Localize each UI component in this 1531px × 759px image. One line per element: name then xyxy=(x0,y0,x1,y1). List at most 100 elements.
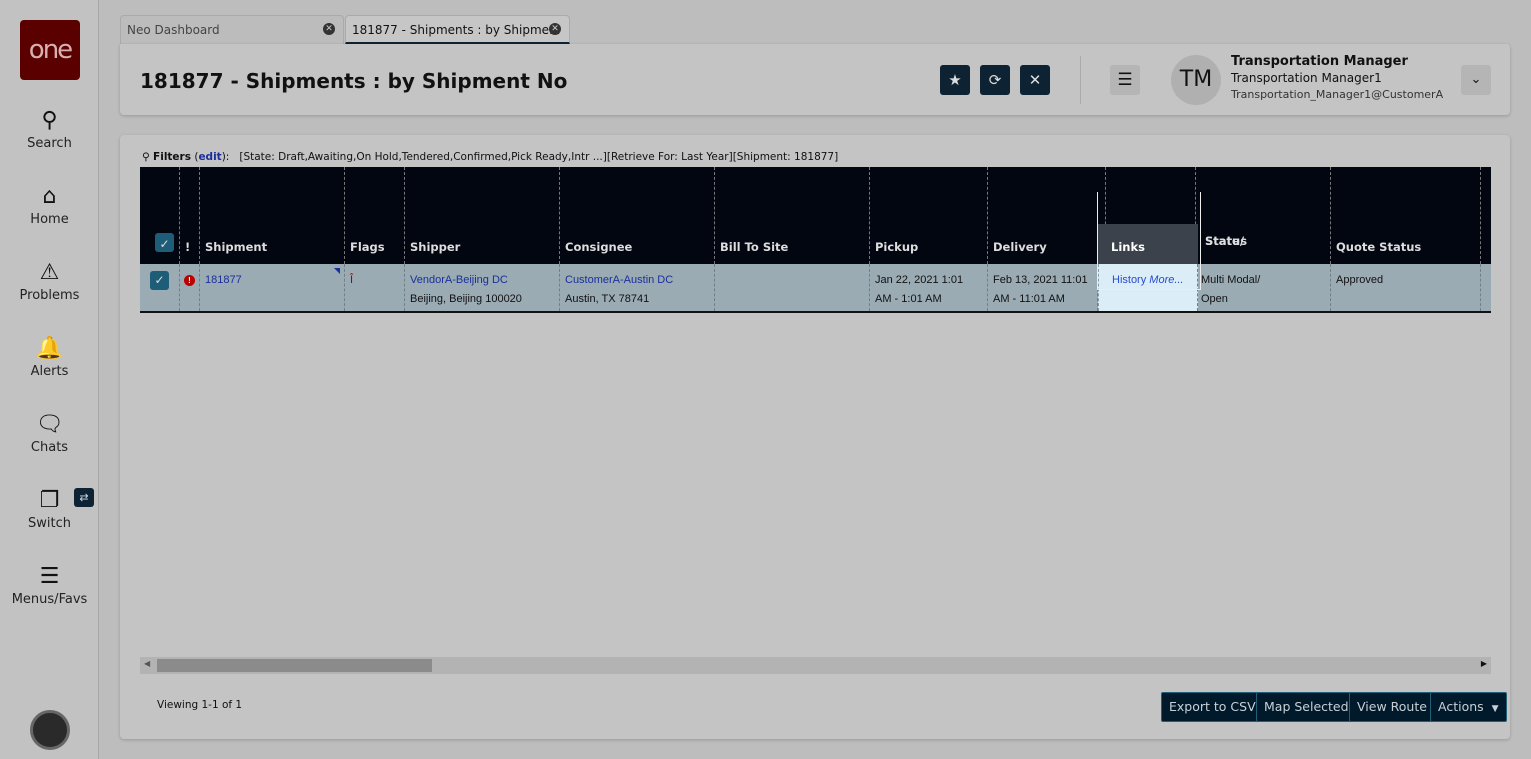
sidebar-item-menus-favs[interactable]: ☰ Menus/Favs xyxy=(0,564,99,607)
close-icon[interactable]: ✕ xyxy=(549,23,561,35)
column-header[interactable]: ! xyxy=(180,167,200,264)
column-header[interactable]: Shipper xyxy=(405,167,560,264)
table-header: ✓ ! Shipment Flags Shipper Consignee Bil… xyxy=(140,167,1491,264)
favorite-button[interactable]: ★ xyxy=(940,65,970,95)
home-icon: ⌂ xyxy=(42,184,57,209)
tab-label: 181877 - Shipments : by Shipme... xyxy=(352,23,561,37)
sidebar: one ⚲ Search ⌂ Home ⚠ Problems 🔔 Alerts 🗨 Cha… xyxy=(0,0,99,759)
close-icon: ✕ xyxy=(1028,71,1042,89)
links-column-highlight xyxy=(1097,192,1201,290)
user-avatar-icon[interactable] xyxy=(30,710,70,750)
tab-shipments[interactable]: 181877 - Shipments : by Shipme... ✕ xyxy=(345,15,570,44)
shipment-cell: 181877 xyxy=(200,264,345,311)
sidebar-item-label: Problems xyxy=(19,288,80,303)
filters-bar: ⚲ Filters (edit): [State: Draft,Awaiting… xyxy=(142,151,839,163)
sidebar-item-alerts[interactable]: 🔔 Alerts xyxy=(0,336,99,379)
actions-button[interactable]: Actions ▼ xyxy=(1430,692,1507,722)
column-header[interactable]: Consignee xyxy=(560,167,715,264)
warning-icon: ⚠ xyxy=(39,260,60,285)
pickup-line-2: AM - 1:01 AM xyxy=(875,293,942,305)
shipments-table: ✓ ! Shipment Flags Shipper Consignee Bil… xyxy=(140,167,1491,313)
refresh-button[interactable]: ⟳ xyxy=(980,65,1010,95)
column-header[interactable]: Shipment xyxy=(200,167,345,264)
user-email: Transportation_Manager1@CustomerA xyxy=(1231,88,1444,101)
state-status-cell: Multi Modal/Open xyxy=(1198,264,1331,311)
user-dropdown-button[interactable]: ⌄ xyxy=(1461,65,1491,95)
chevron-down-icon: ⌄ xyxy=(1470,72,1482,87)
scrollbar-thumb[interactable] xyxy=(157,659,432,672)
actions-label: Actions xyxy=(1438,699,1484,714)
divider xyxy=(1080,56,1081,104)
bill-to-cell xyxy=(715,264,870,311)
flag-icon: Î xyxy=(350,274,354,286)
pickup-cell: Jan 22, 2021 1:01 AM - 1:01 AM xyxy=(870,264,988,311)
view-route-button[interactable]: View Route xyxy=(1349,692,1435,722)
column-header-line: Status xyxy=(1205,234,1248,248)
user-role: Transportation Manager1 xyxy=(1231,71,1382,85)
sidebar-item-label: Alerts xyxy=(30,364,69,379)
quote-status-cell: Approved xyxy=(1331,264,1481,311)
filters-text: [State: Draft,Awaiting,On Hold,Tendered,… xyxy=(239,151,839,163)
hamburger-icon: ☰ xyxy=(1117,70,1133,90)
shipper-link[interactable]: VendorA-Beijing DC xyxy=(410,274,508,286)
column-header[interactable]: Quote Status xyxy=(1331,167,1481,264)
corner-marker-icon xyxy=(334,268,340,274)
column-header[interactable]: Flags xyxy=(345,167,405,264)
user-name: Transportation Manager xyxy=(1231,54,1408,69)
page-title: 181877 - Shipments : by Shipment No xyxy=(140,69,568,93)
tab-label: Neo Dashboard xyxy=(127,23,220,37)
results-panel: ⚲ Filters (edit): [State: Draft,Awaiting… xyxy=(120,135,1510,739)
search-icon: ⚲ xyxy=(41,108,58,133)
map-selected-button[interactable]: Map Selected xyxy=(1256,692,1357,722)
app-logo[interactable]: one xyxy=(20,20,80,80)
shipper-cell: VendorA-Beijing DC Beijing, Beijing 10002… xyxy=(405,264,560,311)
sidebar-item-label: Search xyxy=(27,136,72,151)
delivery-cell: Feb 13, 2021 11:01 AM - 11:01 AM xyxy=(988,264,1098,311)
edit-filters-link[interactable]: edit xyxy=(198,151,221,163)
consignee-cell: CustomerA-Austin DC Austin, TX 78741 xyxy=(560,264,715,311)
consignee-address: Austin, TX 78741 xyxy=(565,293,650,305)
swap-icon[interactable]: ⇄ xyxy=(74,488,94,507)
tab-neo-dashboard[interactable]: Neo Dashboard ✕ xyxy=(120,15,344,44)
sidebar-item-problems[interactable]: ⚠ Problems xyxy=(0,260,99,303)
table-row[interactable]: ✓ ! 181877 Î VendorA-Beijing DC Beijing, … xyxy=(140,264,1491,313)
sidebar-item-search[interactable]: ⚲ Search xyxy=(0,108,99,151)
error-icon: ! xyxy=(184,275,195,286)
viewing-count: Viewing 1-1 of 1 xyxy=(157,699,243,711)
column-header[interactable]: State/Status xyxy=(1196,167,1331,264)
scroll-left-icon[interactable]: ◀ xyxy=(144,659,150,668)
search-icon: ⚲ xyxy=(142,151,150,163)
refresh-icon: ⟳ xyxy=(988,71,1002,89)
select-all-checkbox[interactable]: ✓ xyxy=(155,233,174,252)
avatar[interactable]: TM xyxy=(1171,55,1221,105)
chat-icon: 🗨 xyxy=(35,412,64,437)
sidebar-item-label: Menus/Favs xyxy=(11,592,88,607)
column-header[interactable]: Pickup xyxy=(870,167,988,264)
horizontal-scrollbar[interactable]: ◀ ▶ xyxy=(140,657,1491,674)
alert-cell: ! xyxy=(180,264,200,311)
flags-cell: Î xyxy=(345,264,405,311)
close-icon[interactable]: ✕ xyxy=(323,23,335,35)
bell-icon: 🔔 xyxy=(35,336,64,361)
page-header: 181877 - Shipments : by Shipment No ★ ⟳ … xyxy=(120,44,1510,115)
caret-down-icon: ▼ xyxy=(1491,704,1499,714)
select-all-header: ✓ xyxy=(140,167,180,264)
scroll-right-icon[interactable]: ▶ xyxy=(1481,659,1487,668)
column-header[interactable] xyxy=(1481,167,1491,264)
sidebar-item-chats[interactable]: 🗨 Chats xyxy=(0,412,99,455)
pickup-line-1: Jan 22, 2021 1:01 xyxy=(875,274,964,286)
sidebar-item-label: Chats xyxy=(30,440,69,455)
sidebar-item-label: Home xyxy=(30,212,69,227)
row-checkbox[interactable]: ✓ xyxy=(150,271,169,290)
menu-button[interactable]: ☰ xyxy=(1110,65,1140,95)
shipment-link[interactable]: 181877 xyxy=(205,274,242,286)
column-header[interactable]: Delivery xyxy=(988,167,1106,264)
column-header[interactable]: Bill To Site xyxy=(715,167,870,264)
consignee-link[interactable]: CustomerA-Austin DC xyxy=(565,274,673,286)
close-button[interactable]: ✕ xyxy=(1020,65,1050,95)
sidebar-item-home[interactable]: ⌂ Home xyxy=(0,184,99,227)
row-select-cell: ✓ xyxy=(140,264,180,311)
export-csv-button[interactable]: Export to CSV xyxy=(1161,692,1264,722)
shipper-address: Beijing, Beijing 100020 xyxy=(410,293,522,305)
sidebar-item-label: Switch xyxy=(28,516,71,531)
